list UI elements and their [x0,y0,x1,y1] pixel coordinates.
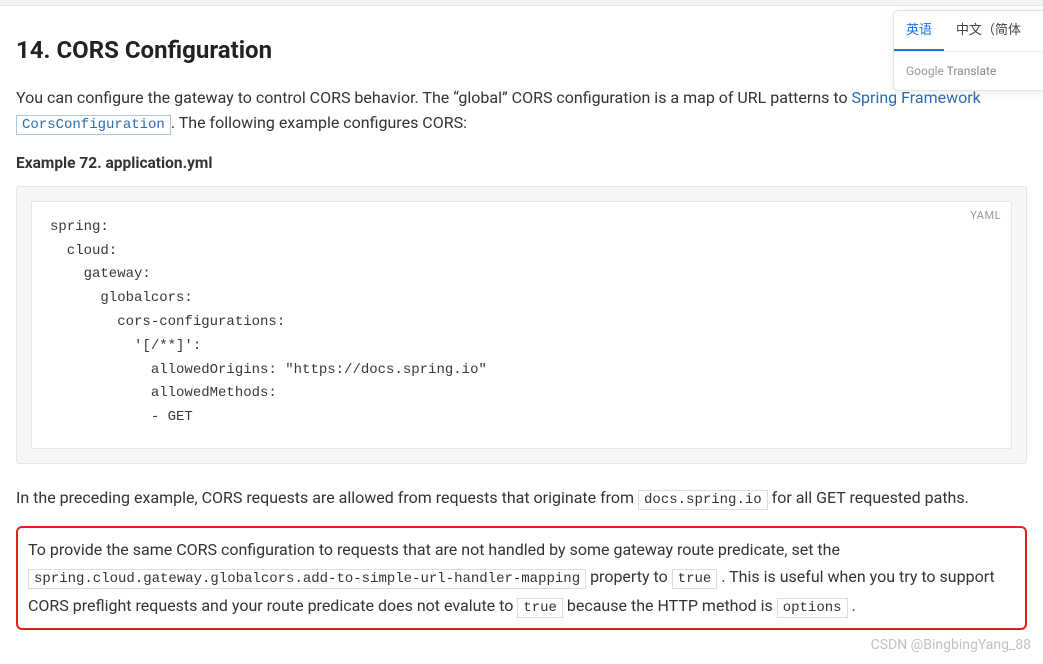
intro-text: You can configure the gateway to control… [16,88,852,107]
yaml-code[interactable]: spring: cloud: gateway: globalcors: cors… [50,216,993,430]
translate-tab-chinese[interactable]: 中文（简体 [944,11,1033,51]
section-heading: 14. CORS Configuration [16,32,1027,68]
document-body: 14. CORS Configuration You can configure… [0,6,1043,640]
intro-tail: . The following example configures CORS: [171,113,467,132]
property-key-code: spring.cloud.gateway.globalcors.add-to-s… [28,569,586,589]
note-text-2: property to [590,567,672,586]
translate-label: Translate [944,64,996,78]
translate-tab-english[interactable]: 英语 [894,11,944,51]
note-text-4: because the HTTP method is [567,596,777,615]
cors-configuration-code-link[interactable]: CorsConfiguration [16,115,171,135]
note-text-5: . [852,596,856,615]
code-language-badge: YAML [970,208,1001,225]
true-value-code-1: true [672,569,718,589]
translate-tabs: 英语 中文（简体 [894,11,1043,52]
options-method-code: options [777,598,848,618]
followup-after: for all GET requested paths. [768,488,969,507]
code-block-container: YAML spring: cloud: gateway: globalcors:… [16,186,1027,464]
translate-widget: 英语 中文（简体 Google Translate [893,10,1043,91]
example-caption: Example 72. application.yml [16,152,1027,175]
followup-paragraph: In the preceding example, CORS requests … [16,486,1027,512]
highlighted-note: To provide the same CORS configuration t… [16,526,1027,631]
note-text-1: To provide the same CORS configuration t… [28,540,840,559]
intro-paragraph: You can configure the gateway to control… [16,86,1027,136]
true-value-code-2: true [517,598,563,618]
code-block: YAML spring: cloud: gateway: globalcors:… [31,201,1012,449]
translate-brand[interactable]: Google Translate [894,52,1043,90]
google-logo-text: Google [906,64,944,78]
docs-origin-code: docs.spring.io [638,490,768,510]
link-text: Spring Framework [852,88,981,107]
followup-before: In the preceding example, CORS requests … [16,488,638,507]
